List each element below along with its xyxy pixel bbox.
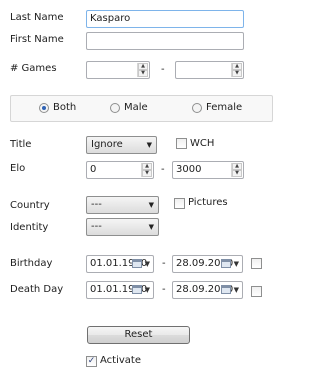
- last-name-input[interactable]: Kasparo: [86, 10, 244, 28]
- wch-checkbox[interactable]: [176, 138, 187, 149]
- sex-male-label[interactable]: Male: [124, 101, 148, 115]
- chevron-down-icon[interactable]: ▼: [145, 282, 150, 298]
- country-select[interactable]: --- ▼: [86, 196, 159, 214]
- identity-label: Identity: [10, 222, 49, 233]
- spin-up-icon[interactable]: ▲: [142, 163, 152, 170]
- sex-both-radio[interactable]: [39, 103, 49, 113]
- reset-button[interactable]: Reset: [87, 326, 190, 344]
- death-day-range-separator: -: [162, 284, 166, 295]
- first-name-label: First Name: [10, 34, 64, 45]
- title-select-value: Ignore: [91, 139, 123, 150]
- elo-min-spinner[interactable]: ▲ ▼: [141, 163, 152, 177]
- title-select[interactable]: Ignore ▼: [86, 136, 157, 154]
- country-select-value: ---: [91, 199, 102, 210]
- wch-label[interactable]: WCH: [190, 137, 214, 151]
- sex-both-label[interactable]: Both: [53, 101, 76, 115]
- spin-up-icon[interactable]: ▲: [138, 63, 148, 70]
- chevron-down-icon[interactable]: ▼: [234, 282, 239, 298]
- calendar-icon[interactable]: [221, 285, 231, 294]
- games-min-spinner[interactable]: ▲ ▼: [137, 63, 148, 77]
- birthday-from-picker[interactable]: 01.01.1900 ▼: [86, 255, 154, 273]
- elo-range-separator: -: [161, 164, 165, 175]
- elo-min-value: 0: [90, 164, 97, 175]
- pictures-checkbox[interactable]: [174, 198, 185, 209]
- birthday-range-separator: -: [162, 258, 166, 269]
- activate-checkbox[interactable]: ✓: [86, 356, 97, 367]
- last-name-label: Last Name: [10, 12, 64, 23]
- identity-select-value: ---: [91, 221, 102, 232]
- games-label: # Games: [10, 63, 57, 74]
- birthday-checkbox[interactable]: [251, 258, 262, 269]
- first-name-input[interactable]: [86, 32, 244, 50]
- chevron-down-icon[interactable]: ▼: [145, 256, 150, 272]
- spin-down-icon[interactable]: ▼: [138, 70, 148, 77]
- elo-max-input[interactable]: 3000 ▲ ▼: [172, 161, 244, 179]
- spin-down-icon[interactable]: ▼: [232, 170, 242, 177]
- death-day-from-picker[interactable]: 01.01.1900 ▼: [86, 281, 154, 299]
- spin-up-icon[interactable]: ▲: [232, 63, 242, 70]
- spin-down-icon[interactable]: ▼: [142, 170, 152, 177]
- pictures-label[interactable]: Pictures: [188, 196, 228, 210]
- birthday-label: Birthday: [10, 258, 53, 269]
- spin-up-icon[interactable]: ▲: [232, 163, 242, 170]
- games-min-input[interactable]: ▲ ▼: [86, 61, 150, 79]
- elo-min-input[interactable]: 0 ▲ ▼: [86, 161, 154, 179]
- games-max-input[interactable]: ▲ ▼: [175, 61, 244, 79]
- games-range-separator: -: [161, 64, 165, 75]
- identity-select[interactable]: --- ▼: [86, 218, 159, 236]
- birthday-to-picker[interactable]: 28.09.2010 ▼: [172, 255, 243, 273]
- sex-female-radio[interactable]: [192, 103, 202, 113]
- games-max-spinner[interactable]: ▲ ▼: [231, 63, 242, 77]
- spin-down-icon[interactable]: ▼: [232, 70, 242, 77]
- chevron-down-icon: ▼: [148, 201, 154, 209]
- elo-label: Elo: [10, 163, 26, 174]
- calendar-icon[interactable]: [132, 285, 142, 294]
- country-label: Country: [10, 200, 50, 211]
- sex-male-radio[interactable]: [110, 103, 120, 113]
- chevron-down-icon: ▼: [146, 141, 152, 149]
- death-day-to-picker[interactable]: 28.09.2010 ▼: [172, 281, 243, 299]
- calendar-icon[interactable]: [221, 259, 231, 268]
- chevron-down-icon[interactable]: ▼: [234, 256, 239, 272]
- death-day-checkbox[interactable]: [251, 286, 262, 297]
- sex-female-label[interactable]: Female: [206, 101, 242, 115]
- title-label: Title: [10, 139, 32, 150]
- death-day-label: Death Day: [10, 284, 64, 295]
- elo-max-spinner[interactable]: ▲ ▼: [231, 163, 242, 177]
- elo-max-value: 3000: [176, 164, 202, 175]
- calendar-icon[interactable]: [132, 259, 142, 268]
- activate-label[interactable]: Activate: [100, 354, 141, 368]
- chevron-down-icon: ▼: [148, 223, 154, 231]
